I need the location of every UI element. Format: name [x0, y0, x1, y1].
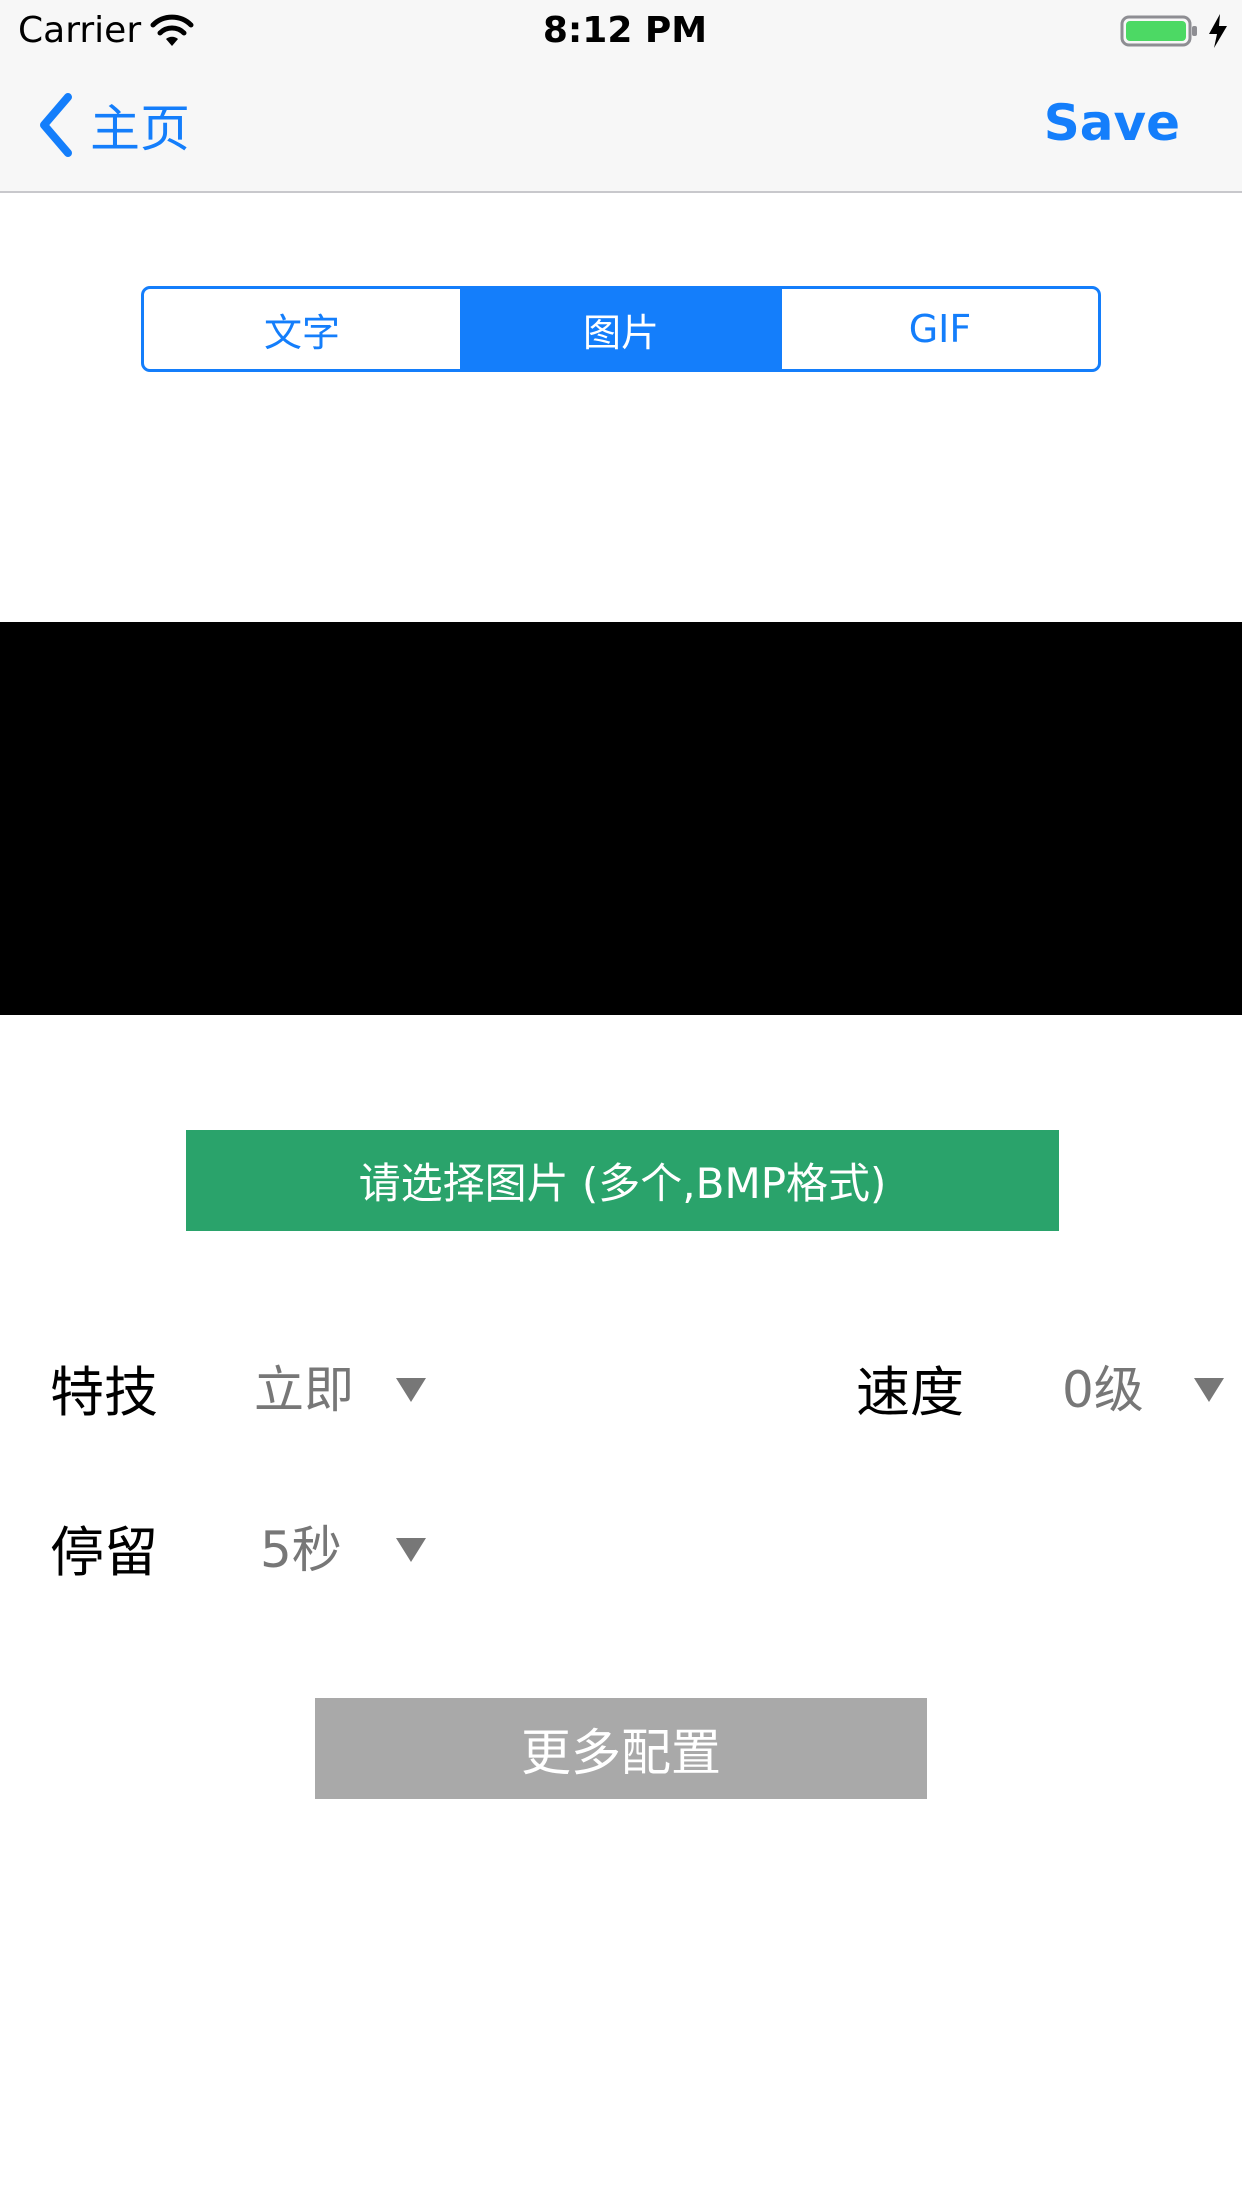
content-type-segmented-control: 文字 图片 GIF — [141, 286, 1101, 372]
screen: Carrier 8:12 PM 主页 Save 文字 图片 GIF 请选择图片 … — [0, 0, 1242, 2208]
segment-text[interactable]: 文字 — [144, 289, 460, 369]
status-time: 8:12 PM — [542, 10, 708, 51]
speed-value[interactable]: 0级 — [1062, 1350, 1144, 1422]
speed-dropdown-icon[interactable] — [1192, 1376, 1226, 1404]
stay-value[interactable]: 5秒 — [260, 1510, 342, 1582]
image-preview-area — [0, 622, 1242, 1015]
effect-label: 特技 — [50, 1361, 158, 1424]
stay-dropdown-icon[interactable] — [394, 1536, 428, 1564]
select-images-button[interactable]: 请选择图片 (多个,BMP格式) — [186, 1130, 1059, 1231]
more-config-button[interactable]: 更多配置 — [315, 1698, 927, 1799]
back-button[interactable]: 主页 — [36, 90, 190, 160]
segment-gif[interactable]: GIF — [779, 289, 1098, 369]
save-button[interactable]: Save — [1044, 94, 1180, 152]
speed-label: 速度 — [856, 1361, 964, 1424]
chevron-left-icon — [40, 93, 72, 157]
battery-icon — [1120, 15, 1197, 47]
navigation-header: Carrier 8:12 PM 主页 Save — [0, 0, 1242, 193]
back-button-label: 主页 — [90, 100, 190, 158]
segment-image[interactable]: 图片 — [460, 289, 779, 369]
effect-dropdown-icon[interactable] — [394, 1376, 428, 1404]
effect-value[interactable]: 立即 — [254, 1350, 354, 1422]
charging-bolt-icon — [1209, 14, 1227, 48]
stay-label: 停留 — [50, 1521, 158, 1584]
